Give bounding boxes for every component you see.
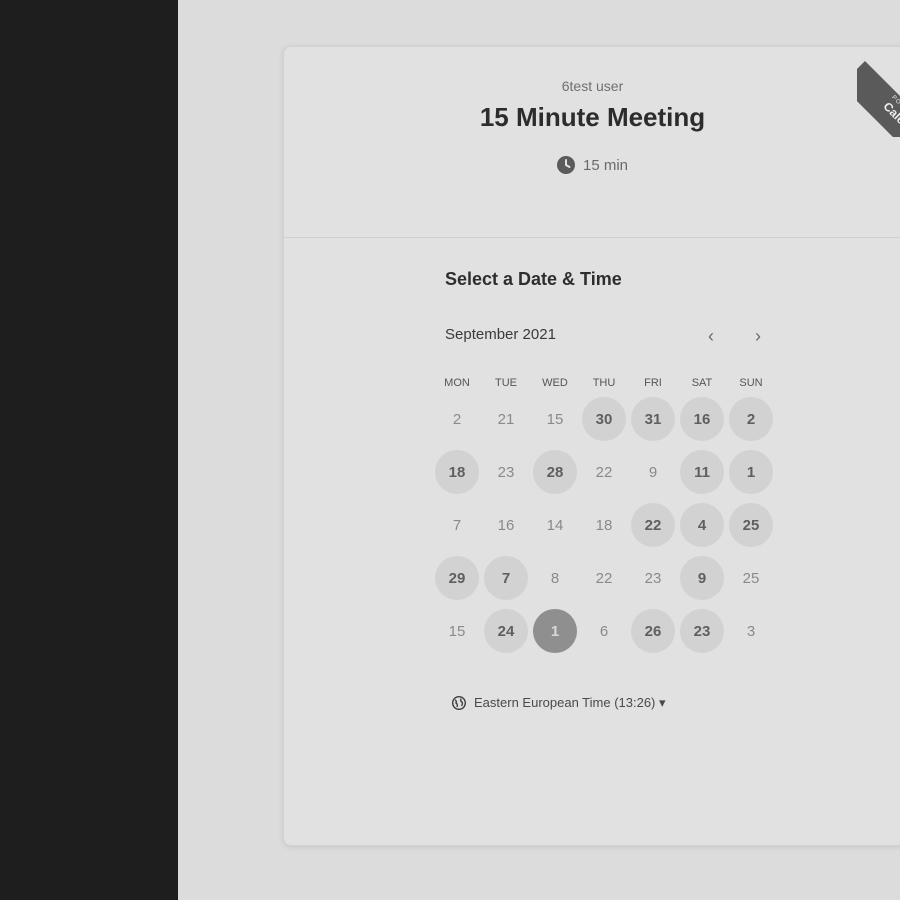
calendar-day[interactable]: 30 bbox=[582, 397, 626, 441]
powered-by-ribbon[interactable]: POWERED BY Calendly bbox=[857, 47, 900, 137]
month-label: September 2021 bbox=[445, 326, 556, 343]
weekday-header-row: MON TUE WED THU FRI SAT SUN bbox=[435, 377, 785, 391]
calendar-day[interactable]: 18 bbox=[435, 450, 479, 494]
calendar-day: 22 bbox=[595, 569, 613, 587]
weekday-label: FRI bbox=[644, 377, 662, 389]
calendar-day[interactable]: 31 bbox=[631, 397, 675, 441]
calendar-day[interactable]: 16 bbox=[680, 397, 724, 441]
calendar-day: 21 bbox=[497, 410, 515, 428]
calendar-day: 15 bbox=[448, 622, 466, 640]
calendar-day: 15 bbox=[546, 410, 564, 428]
calendar-day: 25 bbox=[742, 569, 760, 587]
calendar-day[interactable]: 28 bbox=[533, 450, 577, 494]
timezone-label: Eastern European Time (13:26) ▾ bbox=[474, 695, 666, 710]
calendar-day[interactable]: 22 bbox=[631, 503, 675, 547]
weekday-label: SUN bbox=[739, 377, 763, 389]
calendar-day: 3 bbox=[746, 622, 756, 640]
calendar-day[interactable]: 29 bbox=[435, 556, 479, 600]
calendar-day[interactable]: 23 bbox=[680, 609, 724, 653]
calendar-day: 23 bbox=[644, 569, 662, 587]
left-dark-panel bbox=[0, 0, 178, 900]
calendar-day[interactable]: 4 bbox=[680, 503, 724, 547]
calendar-day[interactable]: 2 bbox=[729, 397, 773, 441]
next-month-button[interactable]: › bbox=[744, 322, 772, 350]
calendar-day[interactable]: 26 bbox=[631, 609, 675, 653]
prev-month-button[interactable]: ‹ bbox=[697, 322, 725, 350]
weekday-label: MON bbox=[444, 377, 470, 389]
chevron-right-icon: › bbox=[755, 325, 761, 346]
weekday-label: WED bbox=[542, 377, 568, 389]
calendar-day: 18 bbox=[595, 516, 613, 534]
select-date-time-heading: Select a Date & Time bbox=[445, 269, 622, 289]
calendar-day[interactable]: 9 bbox=[680, 556, 724, 600]
calendar-day[interactable]: 1 bbox=[729, 450, 773, 494]
calendar-day: 7 bbox=[452, 516, 462, 534]
weekday-label: THU bbox=[592, 377, 616, 389]
calendar-day: 2 bbox=[452, 410, 462, 428]
calendar-day: 23 bbox=[497, 463, 515, 481]
calendar-day-selected[interactable]: 1 bbox=[533, 609, 577, 653]
calendar-day: 14 bbox=[546, 516, 564, 534]
calendar-day[interactable]: 24 bbox=[484, 609, 528, 653]
calendar-grid: 2 21 15 30 31 16 2 18 23 28 22 9 11 1 7 16 14 18 22 4 25 29 7 8… bbox=[435, 397, 785, 667]
chevron-left-icon: ‹ bbox=[708, 325, 714, 346]
scheduling-card: 6test user 15 Minute Meeting 15 min POWE… bbox=[283, 46, 900, 846]
globe-icon bbox=[452, 696, 466, 710]
calendar-day: 9 bbox=[648, 463, 658, 481]
calendar-day: 22 bbox=[595, 463, 613, 481]
host-name: 6test user bbox=[561, 78, 624, 94]
weekday-label: SAT bbox=[691, 377, 713, 389]
calendar-day: 16 bbox=[497, 516, 515, 534]
timezone-selector[interactable]: Eastern European Time (13:26) ▾ bbox=[452, 695, 666, 711]
duration-label: 15 min bbox=[582, 156, 629, 174]
calendar-day[interactable]: 7 bbox=[484, 556, 528, 600]
calendar-day: 8 bbox=[550, 569, 560, 587]
clock-icon bbox=[556, 156, 575, 174]
event-header: 6test user 15 Minute Meeting 15 min bbox=[284, 47, 900, 238]
event-duration: 15 min bbox=[284, 156, 900, 174]
calendar-day[interactable]: 11 bbox=[680, 450, 724, 494]
calendar-day: 6 bbox=[599, 622, 609, 640]
event-title: 15 Minute Meeting bbox=[479, 102, 706, 132]
weekday-label: TUE bbox=[495, 377, 517, 389]
calendar-day[interactable]: 25 bbox=[729, 503, 773, 547]
